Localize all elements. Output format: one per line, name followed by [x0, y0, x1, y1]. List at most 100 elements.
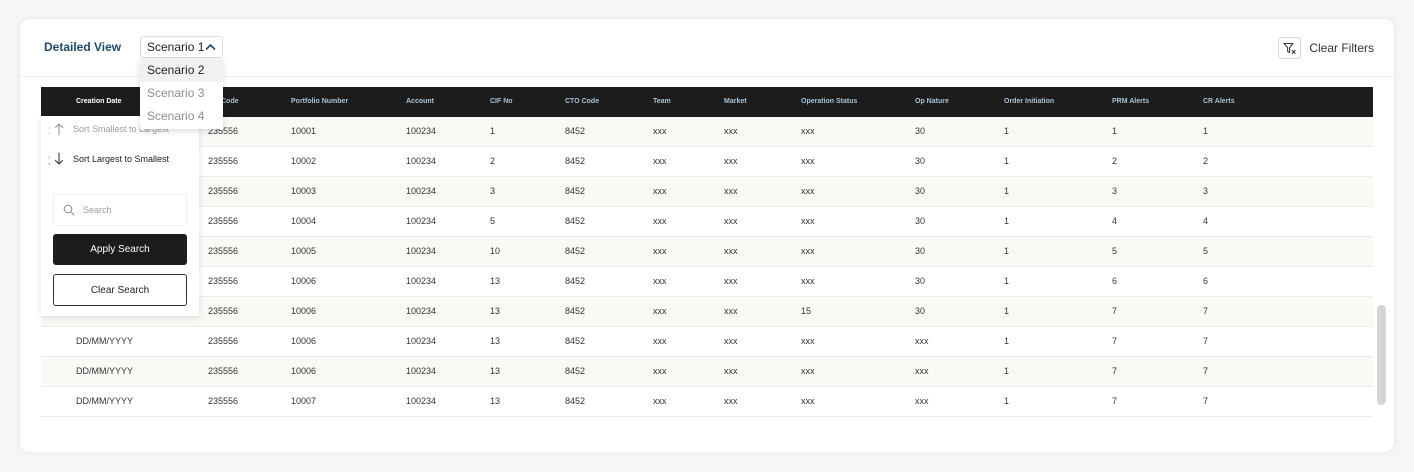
clear-search-button[interactable]: Clear Search [53, 274, 187, 306]
table-cell: 100234 [406, 336, 437, 346]
table-cell: 235556 [208, 216, 239, 226]
table-cell: xxx [801, 216, 815, 226]
table-row[interactable]: DD/MM/YYYY 235556 10006 100234 13 8452 xxx xxx x… [41, 357, 1373, 387]
column-search-box[interactable] [53, 194, 187, 226]
table-cell: 1 [1004, 276, 1010, 286]
search-input[interactable] [83, 205, 183, 215]
table-row[interactable]: DD/MM/YYYY 235556 10007 100234 13 8452 xxx xxx x… [41, 387, 1373, 417]
table-cell: xxx [724, 366, 738, 376]
table-cell: 30 [915, 216, 926, 226]
scenario-option[interactable]: Scenario 3 [140, 82, 223, 105]
column-header[interactable]: Portfolio Number [291, 87, 348, 117]
table-cell: xxx [653, 216, 667, 226]
detailed-view-card: Detailed View Scenario 1 Scenario 2 Scen… [20, 19, 1394, 452]
table-cell: 1 [1004, 126, 1010, 136]
scenario-dropdown: Scenario 2 Scenario 3 Scenario 4 [140, 59, 223, 129]
table-cell: 100234 [406, 126, 437, 136]
table-cell: 235556 [208, 156, 239, 166]
table-cell: 6 [1112, 276, 1118, 286]
table-cell: xxx [724, 216, 738, 226]
table-cell: xxx [915, 396, 929, 406]
table-cell: 3 [1112, 186, 1118, 196]
table-cell: 235556 [208, 336, 239, 346]
table-cell: 1 [1004, 216, 1010, 226]
table-cell: 6 [1203, 276, 1209, 286]
table-cell: 100234 [406, 156, 437, 166]
table-cell: 13 [490, 336, 501, 346]
scenario-option[interactable]: Scenario 2 [140, 59, 223, 82]
table-cell: 8452 [565, 336, 586, 346]
sort-descending-label: Sort Largest to Smallest [73, 154, 170, 164]
table-cell: 5 [490, 216, 496, 226]
table-cell: 7 [1203, 306, 1209, 316]
table-cell: 7 [1203, 396, 1209, 406]
table-cell: 4 [1112, 216, 1118, 226]
table-cell: xxx [801, 156, 815, 166]
column-header[interactable]: Op Nature [915, 87, 949, 117]
table-row[interactable]: 235556 10001 100234 1 8452 xxx xxx xxx 30 1 1 1 [41, 117, 1373, 147]
table-cell: 2 [490, 156, 496, 166]
scenario-option[interactable]: Scenario 4 [140, 105, 223, 128]
table-cell: 13 [490, 366, 501, 376]
table-row[interactable]: 235556 10002 100234 2 8452 xxx xxx xxx 30 1 2 2 [41, 147, 1373, 177]
table-cell: 235556 [208, 396, 239, 406]
table-cell: xxx [653, 156, 667, 166]
column-header[interactable]: Code [221, 87, 239, 117]
table-cell: xxx [915, 366, 929, 376]
apply-search-button[interactable]: Apply Search [53, 234, 187, 265]
svg-text:A: A [48, 125, 51, 130]
table-row[interactable]: 235556 10004 100234 5 8452 xxx xxx xxx 30 1 4 4 [41, 207, 1373, 237]
table-cell: xxx [653, 246, 667, 256]
column-header[interactable]: Market [724, 87, 747, 117]
table-cell: 8452 [565, 366, 586, 376]
filter-clear-icon [1278, 37, 1302, 59]
column-header[interactable]: CR Alerts [1203, 87, 1235, 117]
table-row[interactable]: 235556 10006 100234 13 8452 xxx xxx xxx 30 1 6 6 [41, 267, 1373, 297]
column-sort-menu: A Z Sort Smallest to Largest Z A Sort La… [41, 116, 199, 316]
table-cell: 13 [490, 276, 501, 286]
table-cell: xxx [653, 366, 667, 376]
sort-descending-option[interactable]: Z A Sort Largest to Smallest [41, 146, 199, 172]
table-cell: DD/MM/YYYY [76, 366, 134, 376]
table-cell: xxx [653, 186, 667, 196]
table-cell: 3 [1203, 186, 1209, 196]
column-header[interactable]: Operation Status [801, 87, 857, 117]
column-header[interactable]: Creation Date [76, 87, 122, 117]
table-row[interactable]: 235556 10005 100234 10 8452 xxx xxx xxx 30 1 5 5 [41, 237, 1373, 267]
column-header[interactable]: PRM Alerts [1112, 87, 1149, 117]
vertical-scrollbar[interactable] [1377, 305, 1386, 405]
table-cell: xxx [724, 156, 738, 166]
table-row[interactable]: DD/MM/YYYY 235556 10006 100234 13 8452 xxx xxx x… [41, 327, 1373, 357]
table-cell: 2 [1203, 156, 1209, 166]
table-row[interactable]: 235556 10003 100234 3 8452 xxx xxx xxx 30 1 3 3 [41, 177, 1373, 207]
table-cell: 8452 [565, 216, 586, 226]
column-header[interactable]: Team [653, 87, 671, 117]
clear-filters-button[interactable]: Clear Filters [1278, 37, 1374, 59]
table-cell: 8452 [565, 156, 586, 166]
table-cell: 1 [1004, 396, 1010, 406]
table-cell: xxx [653, 276, 667, 286]
table-cell: 10004 [291, 216, 317, 226]
table-cell: 8452 [565, 126, 586, 136]
table-cell: 7 [1203, 336, 1209, 346]
column-header[interactable]: Order Initiation [1004, 87, 1054, 117]
table-cell: 1 [1203, 126, 1209, 136]
table-cell: xxx [724, 276, 738, 286]
svg-text:Z: Z [48, 131, 51, 136]
chevron-up-icon [205, 44, 216, 50]
table-cell: DD/MM/YYYY [76, 336, 134, 346]
column-header[interactable]: CTO Code [565, 87, 599, 117]
svg-text:Z: Z [48, 155, 51, 160]
column-header[interactable]: CIF No [490, 87, 513, 117]
column-header[interactable]: Account [406, 87, 434, 117]
table-header: Creation Date Code Portfolio Number Account… [41, 87, 1373, 117]
table-row[interactable]: 235556 10006 100234 13 8452 xxx xxx 15 30 1 7 7 [41, 297, 1373, 327]
table-cell: xxx [801, 276, 815, 286]
clear-filters-label: Clear Filters [1309, 41, 1374, 55]
table-cell: 13 [490, 396, 501, 406]
table-cell: xxx [801, 186, 815, 196]
table-cell: 7 [1203, 366, 1209, 376]
page-title: Detailed View [44, 40, 122, 54]
scenario-select[interactable]: Scenario 1 [140, 36, 223, 58]
table-cell: xxx [724, 336, 738, 346]
